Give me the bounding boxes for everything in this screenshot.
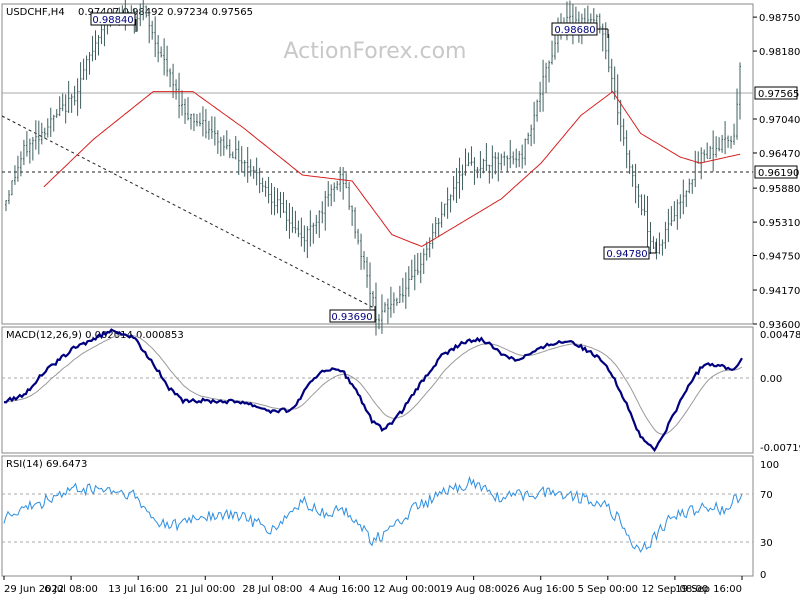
price-tick-label: 0.98180 <box>759 47 800 58</box>
time-tick-label: 5 Sep 00:00 <box>578 584 638 595</box>
annotation-label: 0.94780 <box>606 249 647 260</box>
price-tick-label: 0.97040 <box>759 115 800 126</box>
time-tick-label: 4 Aug 16:00 <box>309 584 370 595</box>
support-price-label: 0.96190 <box>758 168 799 179</box>
time-tick-label: 19 Aug 08:00 <box>440 584 507 595</box>
time-tick-label: 6 Jul 08:00 <box>44 584 98 595</box>
macd-tick-zero: 0.00 <box>760 374 782 385</box>
current-price-label: 0.97565 <box>758 89 799 100</box>
time-tick-label: 26 Aug 16:00 <box>507 584 574 595</box>
price-tick-label: 0.95310 <box>759 218 800 229</box>
rsi-tick-100: 100 <box>760 460 779 471</box>
time-tick-label: 28 Jul 08:00 <box>242 584 302 595</box>
watermark: ActionForex.com <box>284 39 467 64</box>
macd-tick-top: 0.004781 <box>760 330 800 341</box>
time-tick-label: 13 Jul 16:00 <box>108 584 168 595</box>
price-tick-label: 0.98750 <box>759 13 800 24</box>
time-tick-label: 19 Sep 16:00 <box>675 584 742 595</box>
rsi-tick-0: 0 <box>760 570 766 581</box>
rsi-tick-30: 30 <box>760 538 773 549</box>
price-tick-label: 0.94170 <box>759 286 800 297</box>
chart-svg: ActionForex.com USDCHF,H4 0.97407 0.9849… <box>1 0 800 595</box>
time-axis: 29 Jun 20226 Jul 08:00 13 Jul 16:00 21 Jul… <box>3 576 743 595</box>
symbol-label: USDCHF,H4 <box>6 7 65 18</box>
macd-tick-bottom: -0.007191 <box>760 443 800 454</box>
annotation-label: 0.93690 <box>331 312 372 323</box>
annotation-label: 0.98840 <box>92 15 133 26</box>
rsi-tick-70: 70 <box>760 490 773 501</box>
rsi-panel <box>1 455 754 577</box>
rsi-label: RSI(14) 69.6473 <box>6 459 87 470</box>
time-tick-label: 21 Jul 00:00 <box>175 584 235 595</box>
annotation-label: 0.98680 <box>554 25 595 36</box>
price-tick-label: 0.96470 <box>759 149 800 160</box>
price-tick-label: 0.94750 <box>759 251 800 262</box>
price-tick-label: 0.95880 <box>759 184 800 195</box>
time-tick-label: 12 Aug 00:00 <box>373 584 440 595</box>
